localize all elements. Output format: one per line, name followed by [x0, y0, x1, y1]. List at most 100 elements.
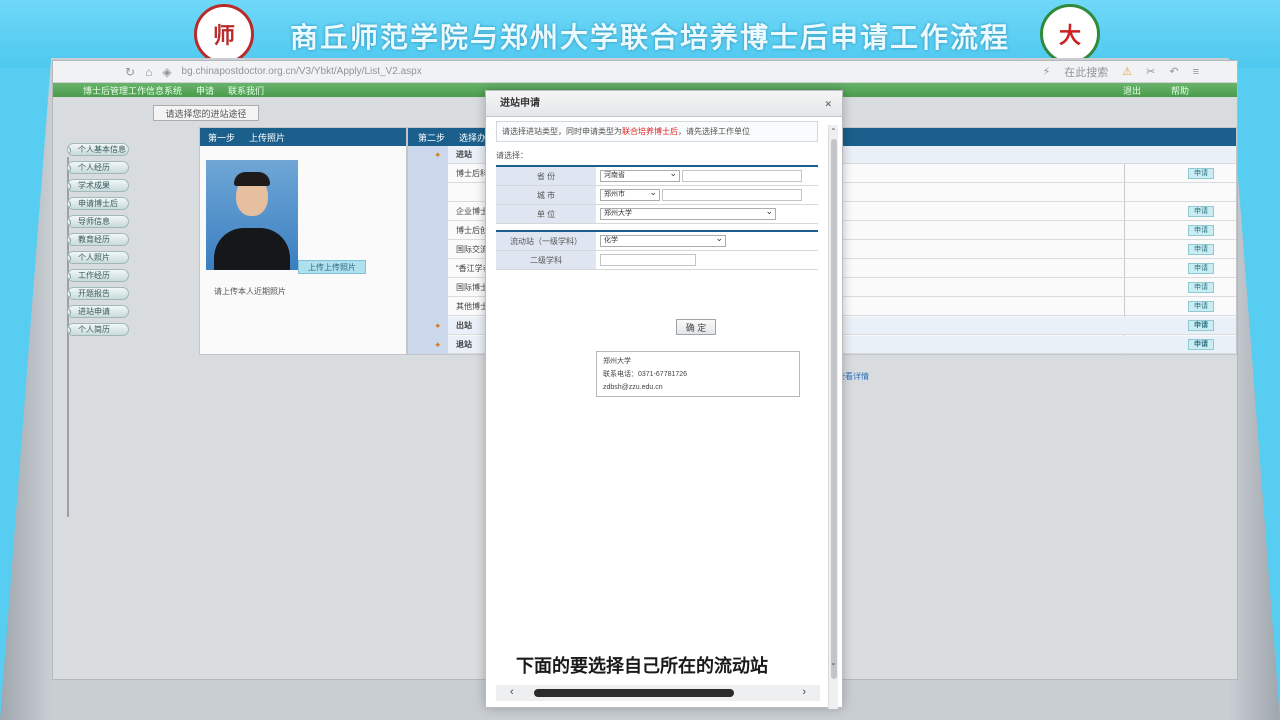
confirm-button[interactable]: 确 定	[676, 319, 716, 335]
scroll-left-icon[interactable]: ‹	[510, 686, 514, 698]
sub-discipline-label: 二级学科	[496, 251, 596, 269]
address-bar: ↻ ⌂ ◈ bg.chinapostdoctor.org.cn/V3/Ybkt/…	[53, 61, 1237, 83]
dialog-body: 请选择进站类型，同时申请类型为联合培养博士后，请先选择工作单位 请选择： 省 份…	[496, 121, 818, 681]
sidebar-item-4[interactable]: 导师信息	[67, 215, 129, 228]
city-label: 城 市	[496, 186, 596, 204]
contact-phone: 联系电话：0371-67781726	[603, 371, 688, 378]
logo-left-text: 师	[212, 23, 235, 49]
browser-toolbar: ⚡ 在此搜索 ⚠ ✂ ↶ ≡	[1043, 64, 1237, 80]
notice-suffix: ，请先选择工作单位	[678, 127, 750, 136]
photo-body	[214, 228, 290, 270]
video-banner: 师 商丘师范学院与郑州大学联合培养博士后申请工作流程 大	[0, 0, 1280, 68]
vertical-scroll-thumb[interactable]	[831, 139, 837, 679]
step2-row-label: 退站	[456, 340, 472, 349]
entry-application-dialog: 进站申请 ✕ 请选择进站类型，同时申请类型为联合培养博士后，请先选择工作单位 请…	[485, 90, 843, 709]
unit-select[interactable]: 郑州大学	[600, 206, 776, 220]
sidebar-item-5[interactable]: 教育经历	[67, 233, 129, 246]
upload-photo-button[interactable]: 上传上传照片	[298, 260, 366, 274]
star-icon: ✦	[434, 340, 442, 350]
sidebar-item-8[interactable]: 开题报告	[67, 287, 129, 300]
apply-button[interactable]: 申请	[1188, 282, 1214, 293]
sidebar-item-3[interactable]: 申请博士后	[67, 197, 129, 210]
search-engine-label[interactable]: 在此搜索	[1064, 64, 1108, 80]
step2-left-column	[408, 146, 448, 354]
menu-icon[interactable]: ≡	[1193, 66, 1199, 78]
banner-title: 商丘师范学院与郑州大学联合培养博士后申请工作流程	[289, 21, 1010, 54]
scroll-down-icon[interactable]: ⌄	[830, 658, 837, 667]
close-icon[interactable]: ✕	[824, 91, 832, 117]
horizontal-scroll-thumb[interactable]	[534, 689, 734, 697]
scroll-up-icon[interactable]: ⌃	[830, 127, 837, 136]
apply-button[interactable]: 申请	[1188, 244, 1214, 255]
discipline-form: 流动站（一级学科） 化学 二级学科	[496, 230, 818, 270]
dialog-title: 进站申请	[500, 98, 540, 109]
apply-button[interactable]: 申请	[1188, 206, 1214, 217]
logo-right-text: 大	[1058, 23, 1081, 49]
contact-email: zdbsh@zzu.edu.cn	[603, 384, 663, 391]
home-icon[interactable]: ⌂	[145, 65, 152, 79]
sidebar-item-6[interactable]: 个人照片	[67, 251, 129, 264]
apply-button[interactable]: 申请	[1188, 339, 1214, 350]
sidebar-item-10[interactable]: 个人简历	[67, 323, 129, 336]
province-extra	[682, 170, 802, 182]
step2-row-label: 进站	[456, 150, 472, 159]
scroll-right-icon[interactable]: ›	[802, 686, 806, 698]
apply-button[interactable]: 申请	[1188, 263, 1214, 274]
sub-discipline-row: 二级学科	[496, 251, 818, 270]
sidebar-divider	[67, 157, 69, 517]
tools-icon[interactable]: ✂	[1146, 65, 1155, 78]
sidebar-item-7[interactable]: 工作经历	[67, 269, 129, 282]
site-header-item-0[interactable]: 博士后管理工作信息系统	[83, 84, 182, 97]
step2-row-label: 出站	[456, 321, 472, 330]
dialog-horizontal-scrollbar[interactable]: ‹ ›	[496, 685, 820, 701]
step1-header: 第一步 上传照片	[200, 128, 406, 146]
notice-prefix: 请选择进站类型，同时申请类型为	[502, 127, 622, 136]
notice-highlight: 联合培养博士后	[622, 127, 678, 136]
location-form: 省 份 河南省 城 市 郑州市 单 位 郑州大学	[496, 165, 818, 224]
contact-unit: 郑州大学	[603, 358, 631, 365]
applicant-photo	[206, 160, 298, 270]
sub-discipline-input[interactable]	[600, 254, 696, 266]
dialog-vertical-scrollbar[interactable]: ⌃ ⌄	[828, 125, 838, 709]
province-row: 省 份 河南省	[496, 167, 818, 186]
step1-label: 第一步	[208, 132, 236, 143]
sidebar-item-0[interactable]: 个人基本信息	[67, 143, 129, 156]
shangqiu-normal-logo: 师	[194, 4, 254, 64]
logout-link[interactable]: 退出	[1123, 84, 1141, 97]
refresh-icon[interactable]: ↻	[125, 65, 135, 79]
sidebar-item-1[interactable]: 个人经历	[67, 161, 129, 174]
station-select[interactable]: 化学	[600, 233, 726, 247]
unit-label: 单 位	[496, 205, 596, 223]
upload-status: 请上传本人近期照片	[214, 287, 286, 296]
warning-icon[interactable]: ⚠	[1122, 65, 1132, 78]
entry-route-tab[interactable]: 请选择您的进站途径	[153, 105, 259, 121]
undo-icon[interactable]: ↶	[1169, 65, 1178, 78]
star-icon: ✦	[434, 150, 442, 160]
video-subtitle: 下面的要选择自己所在的流动站	[516, 656, 768, 677]
sidebar-item-2[interactable]: 学术成果	[67, 179, 129, 192]
city-select[interactable]: 郑州市	[600, 187, 660, 201]
zhengzhou-university-logo: 大	[1040, 4, 1100, 64]
province-select[interactable]: 河南省	[600, 168, 680, 182]
apply-button[interactable]: 申请	[1188, 301, 1214, 312]
url-field[interactable]: bg.chinapostdoctor.org.cn/V3/Ybkt/Apply/…	[182, 66, 612, 77]
site-header-item-1[interactable]: 申请	[196, 84, 214, 97]
station-row: 流动站（一级学科） 化学	[496, 232, 818, 251]
station-label: 流动站（一级学科）	[496, 232, 596, 250]
shield-icon: ◈	[162, 64, 172, 79]
contact-info: 郑州大学 联系电话：0371-67781726 zdbsh@zzu.edu.cn	[596, 351, 800, 397]
unit-row: 单 位 郑州大学	[496, 205, 818, 224]
apply-button[interactable]: 申请	[1188, 168, 1214, 179]
left-sidebar: 个人基本信息 个人经历 学术成果 申请博士后 导师信息 教育经历 个人照片 工作…	[53, 97, 143, 679]
city-row: 城 市 郑州市	[496, 186, 818, 205]
sidebar-item-9[interactable]: 进站申请	[67, 305, 129, 318]
apply-button[interactable]: 申请	[1188, 225, 1214, 236]
step1-title: 上传照片	[249, 132, 286, 143]
lightning-icon[interactable]: ⚡	[1043, 65, 1051, 78]
step2-label: 第二步	[418, 132, 446, 143]
province-label: 省 份	[496, 167, 596, 185]
apply-button[interactable]: 申请	[1188, 320, 1214, 331]
help-link[interactable]: 帮助	[1171, 84, 1189, 97]
site-header-item-2[interactable]: 联系我们	[228, 84, 264, 97]
step1-card: 第一步 上传照片 上传上传照片 请上传本人近期照片	[199, 127, 407, 355]
